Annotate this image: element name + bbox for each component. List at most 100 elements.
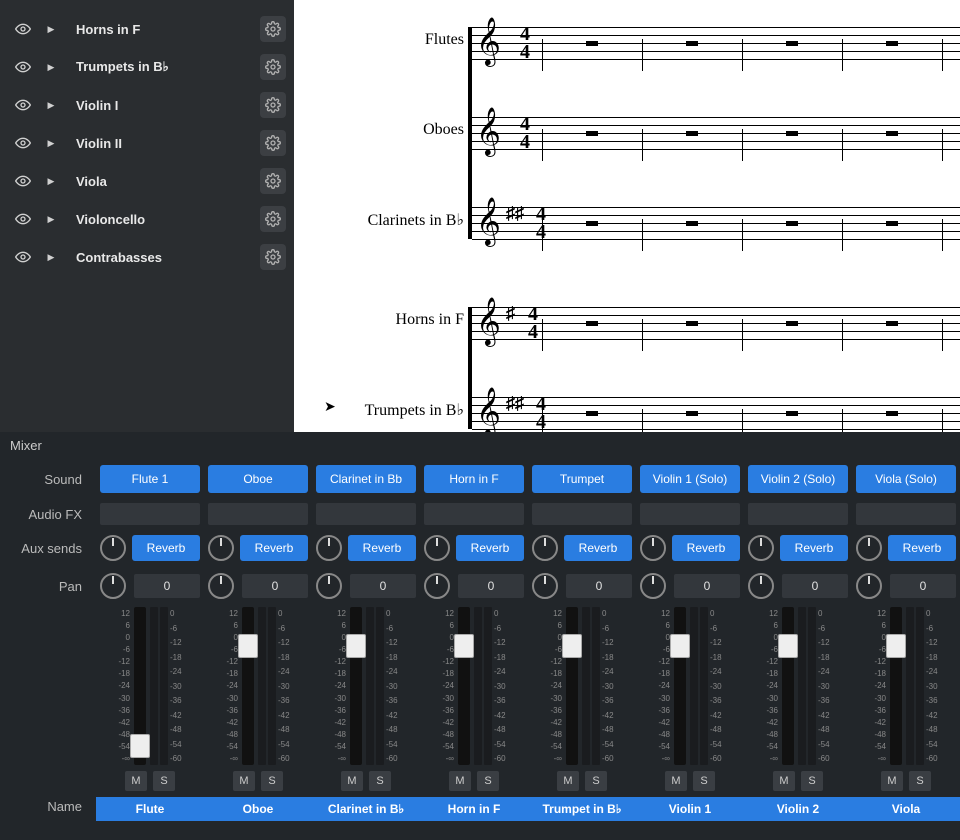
expand-triangle-icon[interactable]: ▶	[42, 24, 60, 35]
sound-select-button[interactable]: Viola (Solo)	[856, 465, 956, 493]
pan-value[interactable]: 0	[350, 574, 416, 598]
solo-button[interactable]: S	[153, 771, 175, 791]
pan-value[interactable]: 0	[458, 574, 524, 598]
sidebar-item[interactable]: ▶Violin II	[0, 124, 294, 162]
staff-row[interactable]: Trumpets in B♭𝄞♯♯44	[294, 385, 960, 432]
visibility-eye-icon[interactable]	[14, 249, 32, 265]
pan-knob[interactable]	[424, 573, 450, 599]
visibility-eye-icon[interactable]	[14, 59, 32, 75]
visibility-eye-icon[interactable]	[14, 211, 32, 227]
aux-send-button[interactable]: Reverb	[564, 535, 632, 561]
aux-send-knob[interactable]	[100, 535, 126, 561]
fader-track[interactable]	[674, 607, 686, 765]
aux-send-button[interactable]: Reverb	[888, 535, 956, 561]
settings-gear-icon[interactable]	[260, 92, 286, 118]
expand-triangle-icon[interactable]: ▶	[42, 62, 60, 73]
solo-button[interactable]: S	[369, 771, 391, 791]
mute-button[interactable]: M	[557, 771, 579, 791]
aux-send-button[interactable]: Reverb	[348, 535, 416, 561]
staff-row[interactable]: Flutes𝄞44	[294, 15, 960, 65]
pan-value[interactable]: 0	[242, 574, 308, 598]
channel-name[interactable]: Clarinet in B♭	[312, 797, 420, 821]
aux-send-knob[interactable]	[316, 535, 342, 561]
sidebar-item[interactable]: ▶Horns in F	[0, 10, 294, 48]
visibility-eye-icon[interactable]	[14, 173, 32, 189]
visibility-eye-icon[interactable]	[14, 135, 32, 151]
sidebar-item[interactable]: ▶Contrabasses	[0, 238, 294, 276]
sound-select-button[interactable]: Flute 1	[100, 465, 200, 493]
pan-value[interactable]: 0	[782, 574, 848, 598]
staff-row[interactable]: Horns in F𝄞♯44	[294, 295, 960, 345]
fader-handle[interactable]	[670, 634, 690, 658]
pan-knob[interactable]	[640, 573, 666, 599]
mute-button[interactable]: M	[449, 771, 471, 791]
fader-track[interactable]	[134, 607, 146, 765]
fader-handle[interactable]	[562, 634, 582, 658]
pan-knob[interactable]	[208, 573, 234, 599]
audio-fx-slot[interactable]	[856, 503, 956, 525]
score-canvas[interactable]: ➤ Flutes𝄞44Oboes𝄞44Clarinets in B♭𝄞♯♯44H…	[294, 0, 960, 432]
aux-send-knob[interactable]	[640, 535, 666, 561]
solo-button[interactable]: S	[261, 771, 283, 791]
channel-name[interactable]: Violin 1	[636, 797, 744, 821]
channel-name[interactable]: Violin 2	[744, 797, 852, 821]
aux-send-button[interactable]: Reverb	[132, 535, 200, 561]
settings-gear-icon[interactable]	[260, 130, 286, 156]
fader-handle[interactable]	[886, 634, 906, 658]
sound-select-button[interactable]: Violin 1 (Solo)	[640, 465, 740, 493]
aux-send-button[interactable]: Reverb	[672, 535, 740, 561]
aux-send-button[interactable]: Reverb	[240, 535, 308, 561]
sound-select-button[interactable]: Violin 2 (Solo)	[748, 465, 848, 493]
fader-handle[interactable]	[778, 634, 798, 658]
fader-track[interactable]	[890, 607, 902, 765]
fader-handle[interactable]	[346, 634, 366, 658]
pan-value[interactable]: 0	[674, 574, 740, 598]
pan-value[interactable]: 0	[890, 574, 956, 598]
pan-knob[interactable]	[748, 573, 774, 599]
pan-value[interactable]: 0	[134, 574, 200, 598]
sidebar-item[interactable]: ▶Violoncello	[0, 200, 294, 238]
fader-track[interactable]	[458, 607, 470, 765]
expand-triangle-icon[interactable]: ▶	[42, 214, 60, 225]
aux-send-knob[interactable]	[856, 535, 882, 561]
fader-handle[interactable]	[454, 634, 474, 658]
channel-name[interactable]: Trumpet in B♭	[528, 797, 636, 821]
visibility-eye-icon[interactable]	[14, 21, 32, 37]
sound-select-button[interactable]: Trumpet	[532, 465, 632, 493]
sound-select-button[interactable]: Clarinet in Bb	[316, 465, 416, 493]
solo-button[interactable]: S	[585, 771, 607, 791]
visibility-eye-icon[interactable]	[14, 97, 32, 113]
pan-knob[interactable]	[100, 573, 126, 599]
pan-value[interactable]: 0	[566, 574, 632, 598]
channel-name[interactable]: Horn in F	[420, 797, 528, 821]
sound-select-button[interactable]: Oboe	[208, 465, 308, 493]
solo-button[interactable]: S	[477, 771, 499, 791]
mute-button[interactable]: M	[773, 771, 795, 791]
channel-name[interactable]: Flute	[96, 797, 204, 821]
sidebar-item[interactable]: ▶Viola	[0, 162, 294, 200]
aux-send-knob[interactable]	[532, 535, 558, 561]
mute-button[interactable]: M	[665, 771, 687, 791]
mute-button[interactable]: M	[341, 771, 363, 791]
sound-select-button[interactable]: Horn in F	[424, 465, 524, 493]
mute-button[interactable]: M	[233, 771, 255, 791]
expand-triangle-icon[interactable]: ▶	[42, 252, 60, 263]
audio-fx-slot[interactable]	[100, 503, 200, 525]
aux-send-knob[interactable]	[208, 535, 234, 561]
fader-handle[interactable]	[238, 634, 258, 658]
solo-button[interactable]: S	[801, 771, 823, 791]
sidebar-item[interactable]: ▶Trumpets in B♭	[0, 48, 294, 86]
fader-track[interactable]	[566, 607, 578, 765]
aux-send-knob[interactable]	[748, 535, 774, 561]
aux-send-button[interactable]: Reverb	[780, 535, 848, 561]
channel-name[interactable]: Oboe	[204, 797, 312, 821]
pan-knob[interactable]	[856, 573, 882, 599]
fader-handle[interactable]	[130, 734, 150, 758]
settings-gear-icon[interactable]	[260, 206, 286, 232]
expand-triangle-icon[interactable]: ▶	[42, 138, 60, 149]
mute-button[interactable]: M	[881, 771, 903, 791]
settings-gear-icon[interactable]	[260, 244, 286, 270]
fader-track[interactable]	[782, 607, 794, 765]
audio-fx-slot[interactable]	[424, 503, 524, 525]
staff-row[interactable]: Oboes𝄞44	[294, 105, 960, 155]
